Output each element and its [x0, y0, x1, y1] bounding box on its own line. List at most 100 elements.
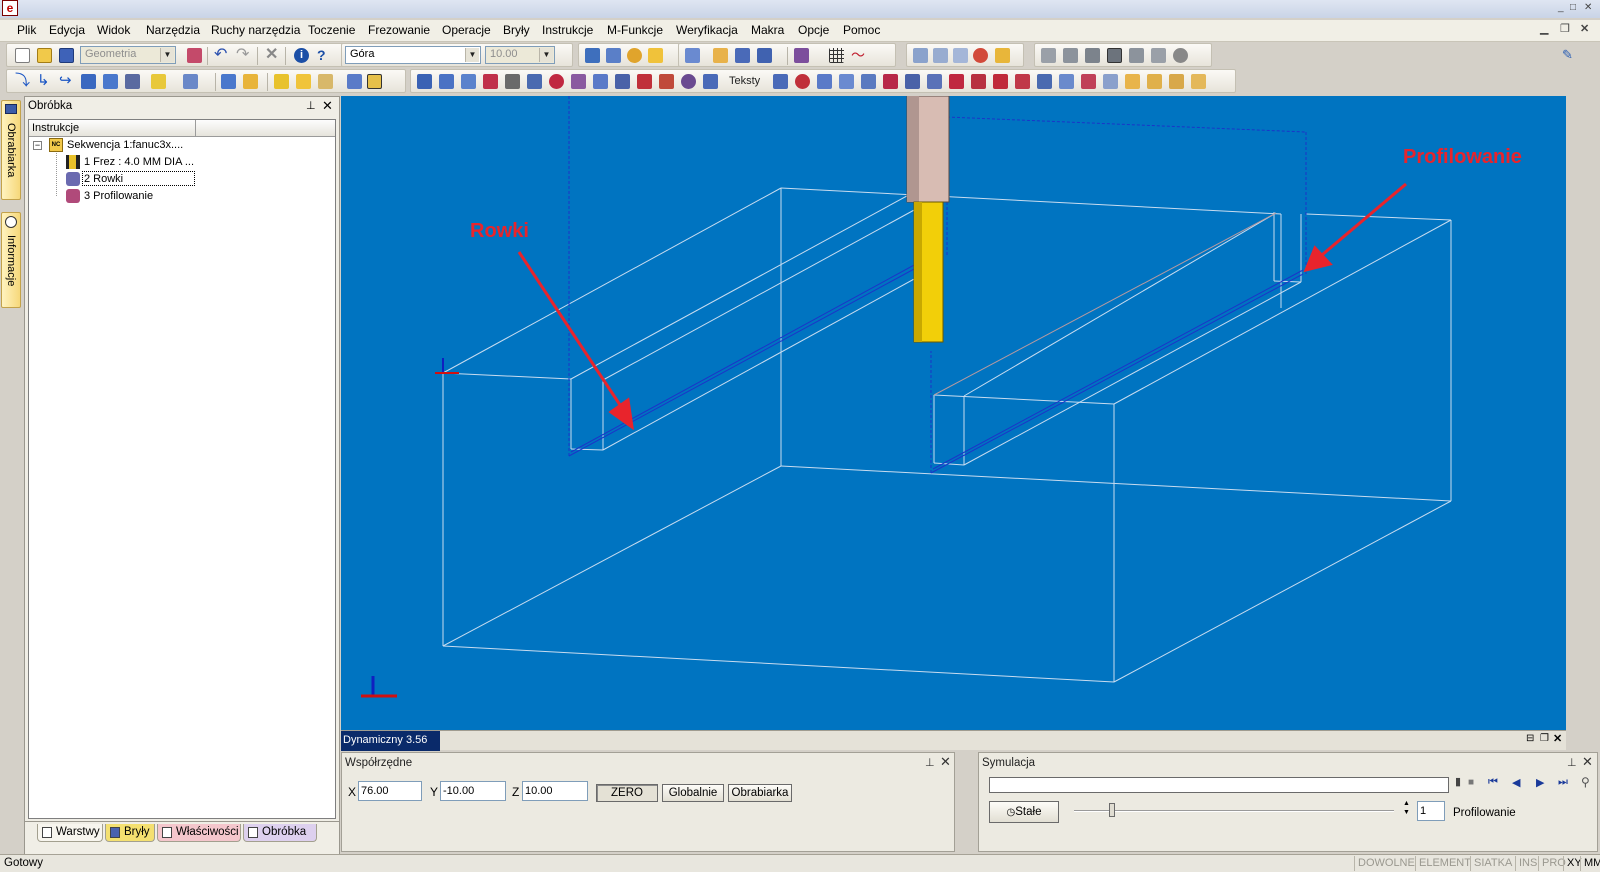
menu-narzedzia[interactable]: Narzędzia — [146, 23, 200, 37]
stop-icon[interactable]: ■ — [1468, 777, 1474, 788]
cycle-icon[interactable] — [483, 74, 498, 89]
shaded-view-icon[interactable] — [1107, 48, 1122, 63]
snap-icon[interactable] — [585, 48, 600, 63]
speed-slider-track[interactable] — [1074, 810, 1394, 812]
cycle-icon[interactable] — [681, 74, 696, 89]
menu-edycja[interactable]: Edycja — [49, 23, 85, 37]
tab-obrobka[interactable]: Obróbka — [243, 824, 317, 842]
status-units[interactable]: MM — [1580, 856, 1600, 871]
tool-icon[interactable] — [151, 74, 166, 89]
machine-icon[interactable] — [221, 74, 236, 89]
cycle-icon[interactable] — [905, 74, 920, 89]
curve-icon[interactable]: 〜 — [851, 48, 866, 63]
cycle-icon[interactable] — [549, 74, 564, 89]
info-icon[interactable]: i — [294, 48, 309, 63]
cycle-icon[interactable] — [417, 74, 432, 89]
menu-ruchy-narzedzia[interactable]: Ruchy narzędzia — [211, 23, 300, 37]
cycle-icon[interactable] — [1169, 74, 1184, 89]
dimension-icon[interactable] — [913, 48, 928, 63]
cycle-icon[interactable] — [1015, 74, 1030, 89]
zero-button[interactable]: ZERO — [596, 784, 658, 802]
close-icon[interactable]: ✕ — [1580, 22, 1589, 35]
menu-pomoc[interactable]: Pomoc — [843, 23, 880, 37]
window-minimize-icon[interactable]: _ — [1558, 2, 1564, 13]
cycle-icon[interactable] — [637, 74, 652, 89]
eraser-icon[interactable] — [187, 48, 202, 63]
menu-toczenie[interactable]: Toczenie — [308, 23, 355, 37]
tab-obrabiarka[interactable]: Obrabiarka — [1, 100, 21, 200]
undo-icon[interactable]: ↶ — [214, 47, 229, 63]
toolpath-line-icon[interactable]: ⤵ — [15, 73, 30, 89]
tab-warstwy[interactable]: Warstwy — [37, 824, 103, 842]
close-panel-icon[interactable]: ✕ — [940, 754, 951, 770]
move-icon[interactable] — [757, 48, 772, 63]
cycle-icon[interactable] — [703, 74, 718, 89]
cycle-icon[interactable] — [1037, 74, 1052, 89]
restore-icon[interactable]: ❐ — [1560, 22, 1570, 35]
edges-view-icon[interactable] — [1129, 48, 1144, 63]
cycle-icon[interactable] — [949, 74, 964, 89]
cycle-icon[interactable] — [927, 74, 942, 89]
toolpath-helix-icon[interactable] — [103, 74, 118, 89]
shade-icon[interactable] — [995, 48, 1010, 63]
status-ins[interactable]: INS — [1515, 856, 1540, 871]
constant-speed-button[interactable]: ◷Stałe — [989, 801, 1059, 823]
restore-icon[interactable]: ❐ — [1540, 733, 1549, 744]
window-maximize-icon[interactable]: □ — [1570, 2, 1576, 13]
transform-icon[interactable] — [735, 48, 750, 63]
cycle-icon[interactable] — [795, 74, 810, 89]
surface-icon[interactable] — [713, 48, 728, 63]
nc-icon[interactable] — [367, 74, 382, 89]
grid-icon[interactable] — [829, 48, 844, 63]
x-coordinate-field[interactable]: 76.00 — [358, 781, 422, 801]
texts-label[interactable]: Teksty — [729, 75, 760, 87]
drill-icon[interactable] — [296, 74, 311, 89]
cycle-icon[interactable] — [461, 74, 476, 89]
tab-bryly[interactable]: Bryły — [105, 824, 155, 842]
window-close-icon[interactable]: ✕ — [1584, 2, 1592, 13]
cycle-icon[interactable] — [993, 74, 1008, 89]
delete-icon[interactable]: ✕ — [265, 47, 280, 63]
menu-m-funkcje[interactable]: M-Funkcje — [607, 23, 663, 37]
cycle-icon[interactable] — [439, 74, 454, 89]
cycle-icon[interactable] — [1103, 74, 1118, 89]
close-panel-icon[interactable]: ✕ — [322, 98, 333, 114]
pin-icon[interactable]: ⊥ — [306, 99, 316, 112]
menu-widok[interactable]: Widok — [97, 23, 130, 37]
z-coordinate-field[interactable]: 10.00 — [522, 781, 588, 801]
graphics-viewport[interactable]: Rowki Profilowanie — [341, 96, 1566, 730]
cycle-icon[interactable] — [861, 74, 876, 89]
cycle-icon[interactable] — [817, 74, 832, 89]
tab-informacje[interactable]: Informacje — [1, 212, 21, 308]
cycle-icon[interactable] — [971, 74, 986, 89]
cycle-icon[interactable] — [1191, 74, 1206, 89]
step-count-field[interactable]: 1 — [1417, 801, 1445, 821]
redo-icon[interactable]: ↷ — [236, 47, 251, 63]
cycle-icon[interactable] — [505, 74, 520, 89]
app-icon[interactable]: e — [2, 0, 18, 16]
layers-icon[interactable] — [794, 48, 809, 63]
solid-box-icon[interactable] — [685, 48, 700, 63]
mill-icon[interactable] — [274, 74, 289, 89]
flat-view-icon[interactable] — [1085, 48, 1100, 63]
pencil-icon[interactable]: ✎ — [1562, 47, 1573, 63]
cycle-icon[interactable] — [1125, 74, 1140, 89]
cycle-icon[interactable] — [1081, 74, 1096, 89]
global-button[interactable]: Globalnie — [662, 784, 724, 802]
toolpath-corner-icon[interactable]: ↳ — [37, 73, 52, 89]
wire-view-icon[interactable] — [1041, 48, 1056, 63]
pin-icon[interactable]: ⊥ — [925, 756, 935, 769]
tool-change-icon[interactable] — [243, 74, 258, 89]
play-icon[interactable]: ▶ — [1536, 776, 1544, 789]
tile-icon[interactable]: ⊟ — [1526, 733, 1534, 744]
close-icon[interactable]: ✕ — [1553, 732, 1562, 745]
toolpath-arc-icon[interactable]: ↪ — [59, 73, 74, 89]
menu-opcje[interactable]: Opcje — [798, 23, 829, 37]
snap-center-icon[interactable] — [648, 48, 663, 63]
section-view-icon[interactable] — [1151, 48, 1166, 63]
fast-forward-icon[interactable]: ⏭ — [1558, 776, 1568, 789]
cycle-icon[interactable] — [883, 74, 898, 89]
cycle-icon[interactable] — [571, 74, 586, 89]
status-free-mode[interactable]: DOWOLNE — [1354, 856, 1418, 871]
speed-slider-thumb[interactable] — [1109, 803, 1115, 817]
